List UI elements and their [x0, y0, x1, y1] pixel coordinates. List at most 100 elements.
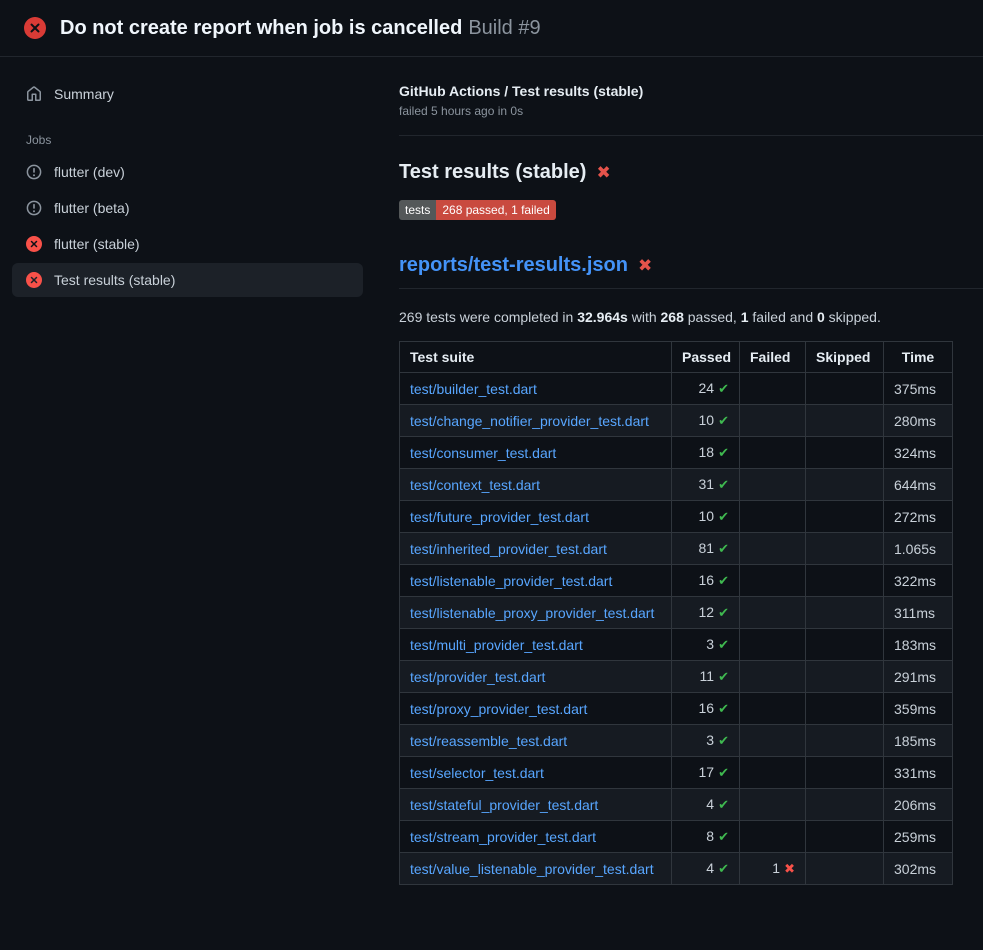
summary-line: 269 tests were completed in 32.964s with… [399, 309, 983, 325]
passed-count: 16 [699, 700, 715, 716]
suite-cell: test/context_test.dart [400, 469, 672, 501]
check-icon: ✔ [718, 413, 729, 428]
failed-cell [740, 661, 806, 693]
test-suite-link[interactable]: test/selector_test.dart [410, 765, 544, 781]
breadcrumb: GitHub Actions / Test results (stable) [399, 83, 983, 99]
summary-segment: 0 [817, 309, 825, 325]
check-title: Do not create report when job is cancell… [60, 17, 462, 39]
test-suite-link[interactable]: test/inherited_provider_test.dart [410, 541, 607, 557]
test-suite-link[interactable]: test/multi_provider_test.dart [410, 637, 583, 653]
check-icon: ✔ [718, 669, 729, 684]
test-suite-link[interactable]: test/listenable_provider_test.dart [410, 573, 612, 589]
table-header: Test suitePassedFailedSkippedTime [400, 342, 953, 373]
x-circle-icon [26, 272, 42, 288]
test-suite-link[interactable]: test/reassemble_test.dart [410, 733, 567, 749]
check-icon: ✔ [718, 573, 729, 588]
table-row: test/future_provider_test.dart10✔272ms [400, 501, 953, 533]
failed-cell [740, 725, 806, 757]
failed-cell [740, 405, 806, 437]
passed-count: 3 [706, 732, 714, 748]
sidebar-job-test-results-stable[interactable]: Test results (stable) [12, 263, 363, 297]
table-row: test/value_listenable_provider_test.dart… [400, 853, 953, 885]
table-row: test/stateful_provider_test.dart4✔206ms [400, 789, 953, 821]
job-label: flutter (stable) [54, 236, 140, 252]
report-link[interactable]: reports/test-results.json [399, 254, 628, 277]
skipped-cell [806, 469, 884, 501]
check-icon: ✔ [718, 861, 729, 876]
sidebar-item-summary[interactable]: Summary [12, 77, 363, 111]
passed-cell: 10✔ [672, 405, 740, 437]
tests-badge: tests 268 passed, 1 failed [399, 200, 556, 220]
section-title: Test results (stable) ✖ [399, 161, 983, 184]
test-suite-link[interactable]: test/stateful_provider_test.dart [410, 797, 598, 813]
passed-count: 18 [699, 444, 715, 460]
suite-cell: test/listenable_provider_test.dart [400, 565, 672, 597]
badge-label: tests [399, 200, 436, 220]
x-circle-icon [26, 236, 42, 252]
column-header-failed: Failed [740, 342, 806, 373]
check-icon: ✔ [718, 445, 729, 460]
skipped-cell [806, 629, 884, 661]
sidebar-job-flutter-dev[interactable]: flutter (dev) [12, 155, 363, 189]
test-suite-link[interactable]: test/change_notifier_provider_test.dart [410, 413, 649, 429]
passed-cell: 4✔ [672, 789, 740, 821]
suite-cell: test/listenable_proxy_provider_test.dart [400, 597, 672, 629]
table-row: test/inherited_provider_test.dart81✔1.06… [400, 533, 953, 565]
failed-count: 1 [772, 860, 780, 876]
table-row: test/change_notifier_provider_test.dart 1… [400, 405, 953, 437]
x-circle-icon [24, 17, 46, 39]
test-suite-link[interactable]: test/future_provider_test.dart [410, 509, 589, 525]
time-cell: 272ms [884, 501, 953, 533]
page-title: Do not create report when job is cancell… [60, 17, 541, 40]
passed-cell: 31✔ [672, 469, 740, 501]
time-cell: 1.065s [884, 533, 953, 565]
test-suite-link[interactable]: test/provider_test.dart [410, 669, 545, 685]
test-suite-link[interactable]: test/listenable_proxy_provider_test.dart [410, 605, 654, 621]
passed-count: 31 [699, 476, 715, 492]
job-label: Test results (stable) [54, 272, 175, 288]
sidebar: Summary Jobs flutter (dev)flutter (beta)… [0, 57, 375, 299]
skipped-cell [806, 405, 884, 437]
test-suite-link[interactable]: test/context_test.dart [410, 477, 540, 493]
test-suite-link[interactable]: test/proxy_provider_test.dart [410, 701, 587, 717]
failed-cell: 1✖ [740, 853, 806, 885]
passed-cell: 16✔ [672, 565, 740, 597]
cross-icon: ✖ [784, 861, 795, 876]
table-row: test/provider_test.dart 11✔ 291ms [400, 661, 953, 693]
failed-cell [740, 373, 806, 405]
column-header-test-suite: Test suite [400, 342, 672, 373]
suite-cell: test/stateful_provider_test.dart [400, 789, 672, 821]
passed-count: 10 [699, 412, 715, 428]
time-cell: 324ms [884, 437, 953, 469]
results-table: Test suitePassedFailedSkippedTime test/b… [399, 341, 953, 885]
passed-count: 12 [699, 604, 715, 620]
test-suite-link[interactable]: test/builder_test.dart [410, 381, 537, 397]
check-icon: ✔ [718, 733, 729, 748]
check-icon: ✔ [718, 637, 729, 652]
suite-cell: test/proxy_provider_test.dart [400, 693, 672, 725]
column-header-passed: Passed [672, 342, 740, 373]
suite-cell: test/consumer_test.dart [400, 437, 672, 469]
check-icon: ✔ [718, 509, 729, 524]
summary-label: Summary [54, 86, 114, 102]
passed-cell: 12✔ [672, 597, 740, 629]
test-suite-link[interactable]: test/consumer_test.dart [410, 445, 556, 461]
skipped-cell [806, 373, 884, 405]
jobs-list: flutter (dev) flutter (beta) flutter (stab… [12, 155, 363, 297]
skipped-cell [806, 661, 884, 693]
summary-segment: with [628, 309, 661, 325]
failed-cell [740, 597, 806, 629]
sidebar-job-flutter-beta[interactable]: flutter (beta) [12, 191, 363, 225]
test-suite-link[interactable]: test/value_listenable_provider_test.dart [410, 861, 654, 877]
table-row: test/consumer_test.dart 18✔ 324ms [400, 437, 953, 469]
suite-cell: test/change_notifier_provider_test.dart [400, 405, 672, 437]
passed-cell: 11✔ [672, 661, 740, 693]
sidebar-job-flutter-stable[interactable]: flutter (stable) [12, 227, 363, 261]
failed-cell [740, 565, 806, 597]
summary-segment: 32.964s [577, 309, 628, 325]
job-label: flutter (beta) [54, 200, 129, 216]
suite-cell: test/multi_provider_test.dart [400, 629, 672, 661]
test-suite-link[interactable]: test/stream_provider_test.dart [410, 829, 596, 845]
time-cell: 291ms [884, 661, 953, 693]
time-cell: 311ms [884, 597, 953, 629]
